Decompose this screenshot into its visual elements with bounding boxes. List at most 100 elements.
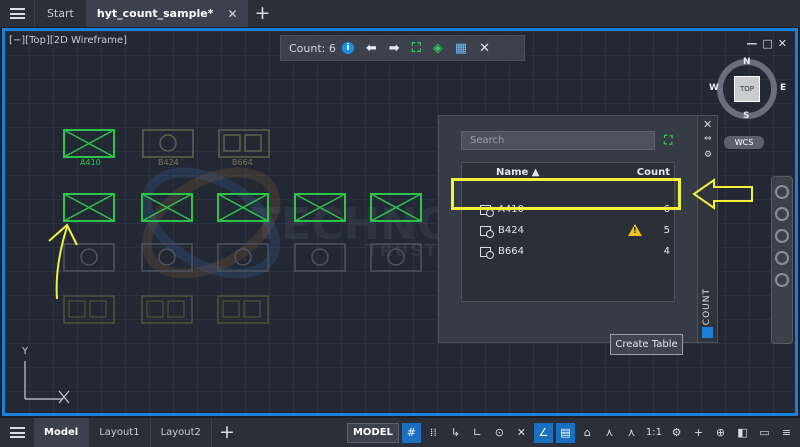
restore-icon[interactable]: □ [762, 37, 772, 50]
block-b664-top[interactable] [218, 129, 270, 158]
layout-menu-button[interactable] [0, 418, 34, 447]
snap-icon[interactable]: ⁞⁞ [424, 423, 443, 443]
tab-layout2[interactable]: Layout2 [151, 418, 212, 447]
isolate-icon[interactable]: ◧ [733, 423, 752, 443]
close-icon[interactable]: ✕ [778, 37, 787, 50]
block-label-a410: A410 [80, 158, 101, 167]
block-a410-row[interactable] [63, 193, 422, 222]
table-row-b424[interactable]: B424 ! 5 [462, 221, 674, 241]
viewport-window-controls: — □ ✕ [746, 37, 787, 50]
warning-icon[interactable]: ! [628, 224, 642, 236]
annotation-visibility-icon[interactable]: ⋏ [600, 423, 619, 443]
arrow-left-icon[interactable]: ⬅ [366, 41, 377, 56]
ucs-y-label: Y [22, 346, 29, 357]
status-toggles: MODEL # ⁞⁞ ↳ ∟ ⊙ ✕ ∠ ▤ ⌂ ⋏ ⋏ 1:1 ⚙ + ⊕ ◧… [346, 418, 800, 447]
drawing-viewport[interactable]: TECHNO TRUSTED EVERYTHING [2, 28, 798, 416]
row-name: B424 [498, 225, 524, 236]
insert-block-icon[interactable]: ◈ [433, 41, 443, 56]
count-toolbar: Count: 6 i ⬅ ➡ ⛶ ◈ ▦ ✕ [280, 35, 525, 61]
tab-start-label: Start [47, 7, 74, 20]
units-icon[interactable]: ⊕ [711, 423, 730, 443]
infer-icon[interactable]: ↳ [446, 423, 465, 443]
block-icon [480, 226, 494, 238]
lineweight-icon[interactable]: ∠ [533, 422, 553, 443]
column-header-count[interactable]: Count [637, 167, 670, 178]
tab-hyt-count-sample[interactable]: hyt_count_sample* ✕ [85, 0, 248, 27]
hamburger-icon [9, 427, 25, 438]
tab-model[interactable]: Model [34, 418, 90, 447]
palette-app-icon [702, 327, 713, 338]
count-palette: Search ⛶ Name ▲ Count A410 6 B424 ! 5 B6… [438, 115, 718, 355]
zoom-icon[interactable] [775, 229, 789, 243]
pan-icon[interactable] [775, 207, 789, 221]
new-layout-button[interactable]: + [212, 419, 242, 446]
new-tab-button[interactable]: + [248, 0, 278, 27]
selection-cycling-icon[interactable]: ⌂ [578, 423, 597, 443]
block-label-b424: B424 [158, 158, 179, 167]
block-a410-top[interactable] [63, 129, 115, 158]
ucs-icon [24, 361, 70, 404]
count-label: Count: 6 [289, 41, 336, 55]
highlight-box [451, 178, 681, 210]
workspace-gear-icon[interactable]: ⚙ [667, 423, 686, 443]
close-tab-icon[interactable]: ✕ [227, 7, 237, 21]
status-bar: Model Layout1 Layout2 + MODEL # ⁞⁞ ↳ ∟ ⊙… [0, 418, 800, 447]
annotation-arrow-left [692, 178, 753, 210]
create-table-icon[interactable]: ▦ [455, 41, 467, 56]
tab-active-label: hyt_count_sample* [96, 7, 214, 20]
viewport-controls-label[interactable]: [−][Top][2D Wireframe] [9, 35, 127, 46]
annotation-scale[interactable]: 1:1 [644, 427, 664, 438]
close-icon[interactable]: ✕ [479, 41, 490, 56]
application-menu-button[interactable] [0, 0, 34, 27]
document-tab-bar: Start hyt_count_sample* ✕ + [0, 0, 800, 27]
row-count: 5 [663, 225, 670, 236]
grid-icon[interactable]: # [401, 422, 421, 443]
viewcube-top-face[interactable]: TOP [734, 76, 760, 102]
model-space-button[interactable]: MODEL [346, 422, 399, 443]
orbit-icon[interactable] [775, 251, 789, 265]
block-b424-row[interactable] [63, 243, 422, 272]
block-label-b664: B664 [232, 158, 253, 167]
tab-start[interactable]: Start [34, 0, 86, 27]
arrow-right-icon[interactable]: ➡ [389, 41, 400, 56]
compass-west: W [709, 83, 719, 93]
annomonitor-icon[interactable]: + [689, 423, 708, 443]
tab-layout1[interactable]: Layout1 [89, 418, 151, 447]
steering-wheel-icon[interactable] [775, 185, 789, 199]
minimize-icon[interactable]: — [746, 37, 757, 50]
osnap-icon[interactable]: ✕ [512, 423, 531, 443]
compass-south: S [743, 111, 750, 121]
zoom-extents-icon[interactable]: ⛶ [412, 41, 421, 56]
annotation-arrow-up [48, 223, 78, 300]
wcs-menu[interactable]: WCS [724, 136, 764, 149]
column-header-name[interactable]: Name ▲ [496, 167, 540, 178]
palette-title: COUNT [702, 288, 712, 326]
compass-north: N [743, 57, 751, 67]
autohide-icon[interactable]: ⇔ [704, 134, 712, 144]
hamburger-icon [9, 8, 25, 19]
count-search-input[interactable]: Search [461, 131, 655, 150]
auto-scale-icon[interactable]: ⋏ [622, 423, 641, 443]
create-table-button[interactable]: Create Table [610, 334, 683, 355]
clean-screen-icon[interactable]: ▭ [755, 423, 774, 443]
block-b424-top[interactable] [142, 129, 194, 158]
polar-icon[interactable]: ⊙ [490, 423, 509, 443]
row-count: 4 [663, 246, 670, 257]
navigation-bar [771, 176, 793, 344]
block-icon [480, 247, 494, 259]
table-row-b664[interactable]: B664 4 [462, 242, 674, 262]
properties-icon[interactable]: ⚙ [704, 150, 712, 160]
viewcube[interactable]: N S W E TOP WCS [709, 57, 786, 151]
palette-title-bar[interactable]: ✕ ⇔ ⚙ COUNT [697, 116, 717, 342]
palette-close-icon[interactable]: ✕ [703, 118, 712, 131]
customize-icon[interactable]: ≡ [777, 423, 796, 443]
transparency-icon[interactable]: ▤ [555, 422, 575, 443]
ortho-icon[interactable]: ∟ [468, 423, 487, 443]
block-b664-row[interactable] [63, 295, 269, 324]
find-icon[interactable]: ⛶ [664, 133, 672, 148]
app-window: Start hyt_count_sample* ✕ + TECHNO TRUST… [0, 0, 800, 447]
showmotion-icon[interactable] [775, 273, 789, 287]
row-name: B664 [498, 246, 524, 257]
info-icon[interactable]: i [341, 42, 354, 54]
compass-east: E [780, 83, 787, 93]
